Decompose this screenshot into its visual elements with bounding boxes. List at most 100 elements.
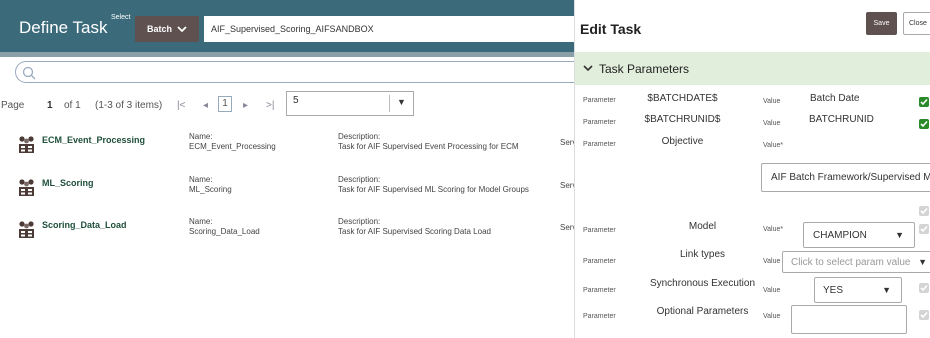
value-required-label: Value*	[763, 226, 784, 233]
value-label: Value	[763, 258, 781, 265]
close-button[interactable]: Close	[903, 12, 930, 35]
name-label: Name:	[189, 175, 213, 184]
task-description: Task for AIF Supervised Event Processing…	[338, 142, 519, 151]
value-label: Value	[763, 120, 781, 127]
last-page-button[interactable]: >|	[266, 100, 274, 111]
table-row[interactable]: ECM_Event_Processing Name: ECM_Event_Pro…	[0, 127, 575, 169]
page-input[interactable]: 1	[218, 96, 232, 112]
value-label: Value	[763, 287, 781, 294]
service-label: Serv	[560, 138, 575, 147]
task-description: Task for AIF Supervised Scoring Data Loa…	[338, 227, 491, 236]
task-parameters-section-header[interactable]: Task Parameters	[575, 52, 930, 85]
define-task-panel: Define Task Select Batch AIF_Supervised_…	[0, 0, 575, 338]
edit-task-title: Edit Task	[580, 21, 642, 37]
task-group-icon	[19, 179, 34, 196]
parameter-label: Parameter	[583, 97, 616, 104]
parameter-label: Parameter	[583, 287, 616, 294]
page-label: Page	[1, 100, 25, 111]
param-name-synchronous: Synchronous Execution	[649, 278, 756, 289]
task-title[interactable]: ECM_Event_Processing	[42, 135, 145, 145]
next-page-button[interactable]: ▸	[243, 100, 248, 111]
parameter-label: Parameter	[583, 227, 616, 234]
param-value-batchdate: Batch Date	[810, 93, 860, 104]
value-label: Value	[763, 98, 781, 105]
param-name-link-types: Link types	[679, 249, 726, 260]
objective-value-field[interactable]: AIF Batch Framework/Supervised ML/Ev	[761, 163, 930, 192]
param-name-batchdate: $BATCHDATE$	[647, 93, 718, 104]
service-label: Serv	[560, 223, 575, 232]
check-icon	[920, 120, 928, 128]
task-name: ECM_Event_Processing	[189, 142, 276, 151]
description-label: Description:	[338, 217, 381, 226]
caret-down-icon: ▼	[882, 285, 891, 295]
link-types-placeholder: Click to select param value	[791, 256, 911, 268]
task-group-icon	[19, 136, 34, 153]
check-icon	[920, 98, 928, 106]
synchronous-checkbox[interactable]	[919, 283, 929, 293]
optional-parameters-input[interactable]	[791, 305, 907, 334]
page-title: Define Task	[19, 18, 108, 37]
first-page-button[interactable]: |<	[177, 100, 185, 111]
check-icon	[920, 284, 928, 292]
page-number: 1	[47, 100, 53, 111]
task-name: Scoring_Data_Load	[189, 227, 260, 236]
items-per-page-select[interactable]: 5 ▼	[286, 91, 414, 116]
service-label: Serv	[560, 181, 575, 190]
link-types-select[interactable]: Click to select param value ▼	[782, 251, 930, 273]
select-label: Select	[111, 14, 131, 21]
batch-button-label: Batch	[146, 24, 172, 34]
task-title[interactable]: ML_Scoring	[42, 178, 94, 188]
items-count: (1-3 of 3 items)	[95, 100, 163, 111]
task-description: Task for AIF Supervised ML Scoring for M…	[338, 185, 529, 194]
objective-checkbox[interactable]	[919, 206, 929, 216]
section-title: Task Parameters	[599, 61, 690, 76]
synchronous-select[interactable]: YES ▼	[814, 277, 902, 303]
chevron-down-icon	[583, 65, 593, 72]
model-select-value: CHAMPION	[813, 229, 867, 241]
task-title[interactable]: Scoring_Data_Load	[42, 220, 127, 230]
table-row[interactable]: Scoring_Data_Load Name: Scoring_Data_Loa…	[0, 212, 575, 254]
param-name-objective: Objective	[661, 136, 704, 147]
batchdate-checkbox[interactable]	[919, 97, 929, 107]
parameter-label: Parameter	[583, 141, 616, 148]
check-icon	[920, 207, 928, 215]
check-icon	[920, 225, 928, 233]
name-label: Name:	[189, 217, 213, 226]
value-label: Value	[763, 313, 781, 320]
batch-name-field[interactable]: AIF_Supervised_Scoring_AIFSANDBOX	[204, 16, 574, 42]
param-name-model: Model	[688, 221, 717, 232]
caret-down-icon: ▼	[918, 257, 927, 267]
check-icon	[920, 311, 928, 319]
optional-checkbox[interactable]	[919, 310, 929, 320]
define-task-header: Define Task Select Batch AIF_Supervised_…	[0, 0, 574, 57]
caret-down-icon: ▼	[895, 230, 904, 240]
parameter-label: Parameter	[583, 119, 616, 126]
search-icon	[22, 66, 36, 80]
items-per-page-value: 5	[293, 95, 299, 106]
task-name: ML_Scoring	[189, 185, 232, 194]
description-label: Description:	[338, 132, 381, 141]
caret-down-icon: ▼	[397, 97, 406, 107]
model-select[interactable]: CHAMPION ▼	[803, 222, 915, 248]
save-button[interactable]: Save	[866, 12, 897, 35]
parameter-label: Parameter	[583, 258, 616, 265]
chevron-down-icon	[177, 25, 187, 32]
param-name-batchrunid: $BATCHRUNID$	[644, 114, 721, 125]
prev-page-button[interactable]: ◂	[203, 100, 208, 111]
parameter-label: Parameter	[583, 313, 616, 320]
param-name-optional: Optional Parameters	[656, 306, 749, 317]
model-checkbox[interactable]	[919, 224, 929, 234]
table-row[interactable]: ML_Scoring Name: ML_Scoring Description:…	[0, 170, 575, 212]
param-value-batchrunid: BATCHRUNID	[809, 114, 874, 125]
batch-dropdown-button[interactable]: Batch	[135, 16, 199, 42]
description-label: Description:	[338, 175, 381, 184]
search-input[interactable]	[15, 61, 574, 83]
name-label: Name:	[189, 132, 213, 141]
synchronous-select-value: YES	[823, 284, 844, 296]
value-required-label: Value*	[763, 142, 784, 149]
batchrunid-checkbox[interactable]	[919, 119, 929, 129]
edit-task-panel: Edit Task Save Close Task Parameters Par…	[575, 0, 930, 338]
page-of: of 1	[64, 100, 81, 111]
task-group-icon	[19, 221, 34, 238]
select-divider	[389, 95, 390, 112]
